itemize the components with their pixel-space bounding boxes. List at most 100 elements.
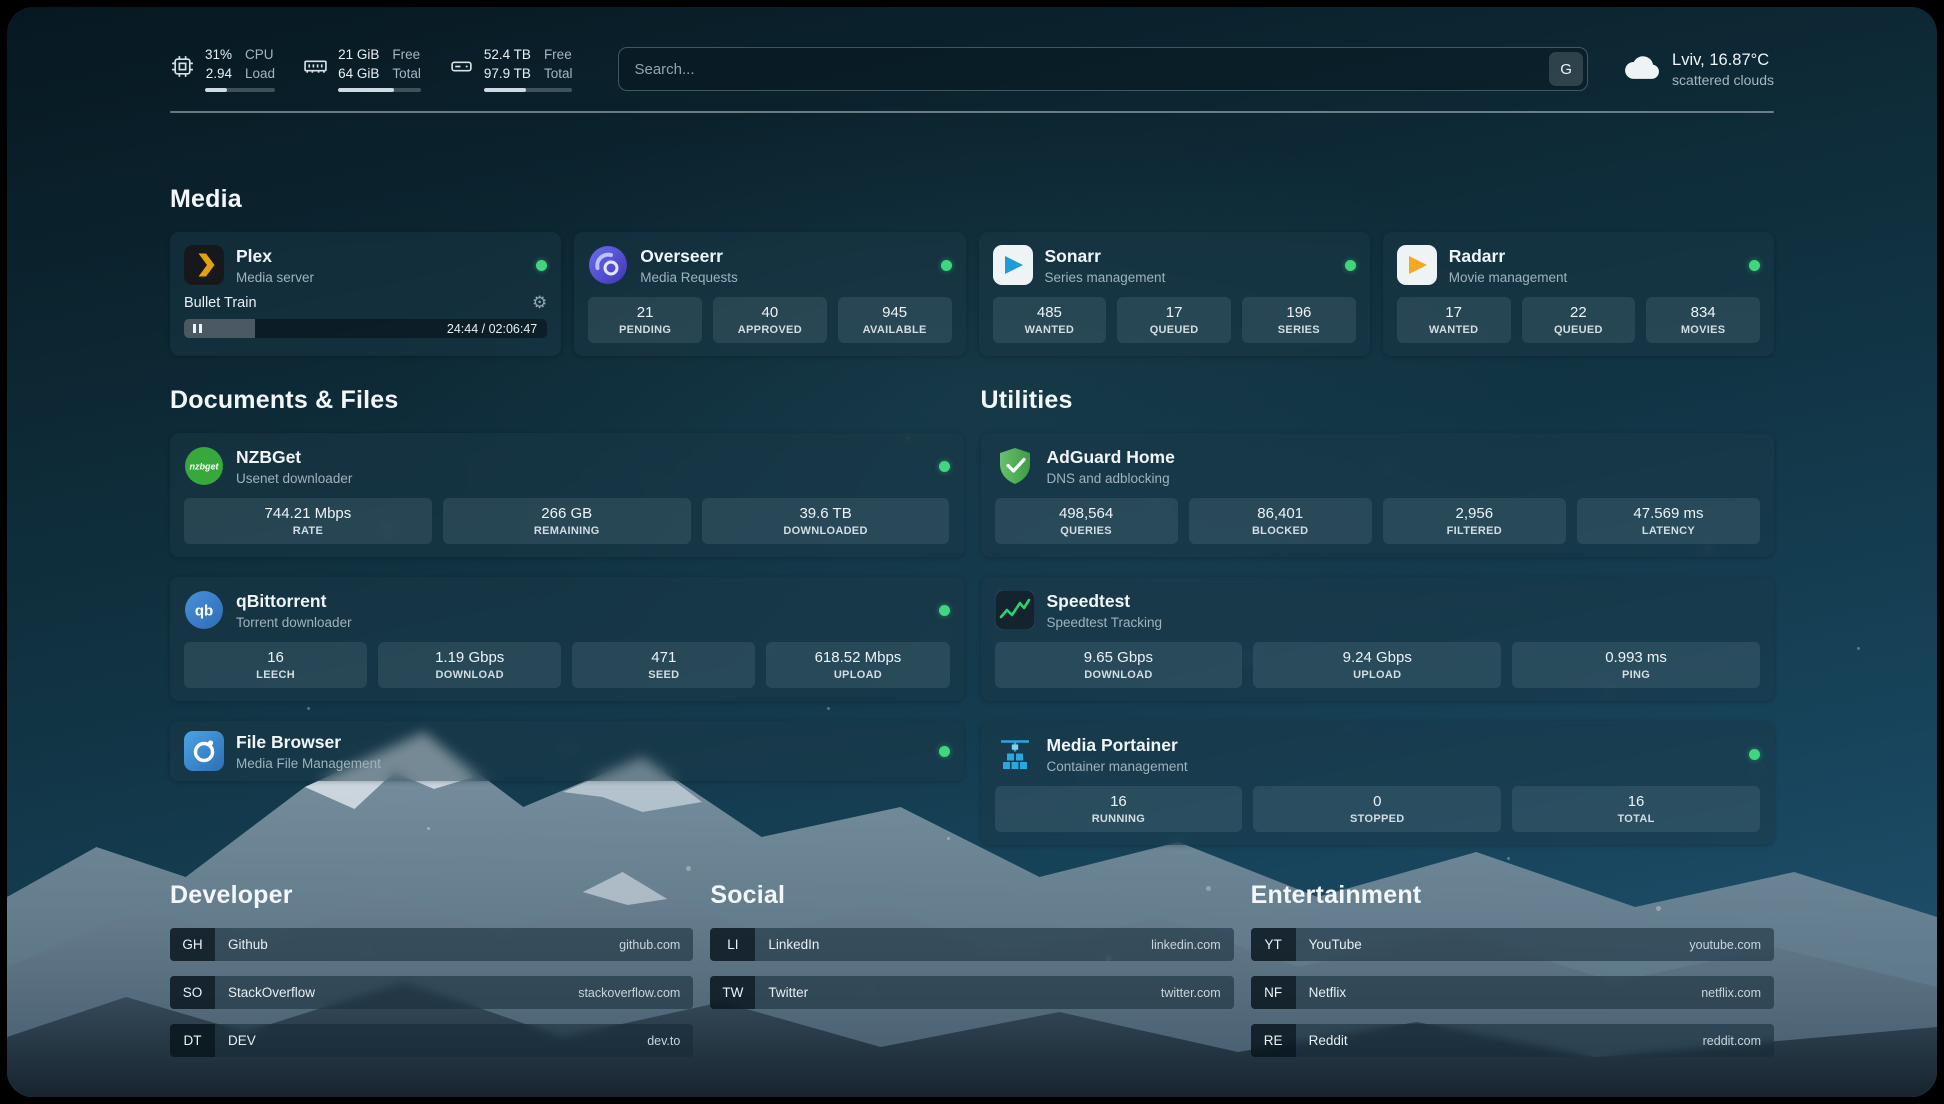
stat-blocked: 86,401 BLOCKED bbox=[1189, 498, 1372, 544]
filebrowser-status-dot bbox=[939, 746, 950, 757]
stat-queued: 22 QUEUED bbox=[1522, 297, 1636, 343]
qbittorrent-status-dot bbox=[939, 605, 950, 616]
portainer-status-dot bbox=[1749, 749, 1760, 760]
stat-label: APPROVED bbox=[717, 324, 823, 336]
service-card-adguard[interactable]: AdGuard Home DNS and adblocking 498,564 … bbox=[981, 433, 1775, 557]
weather-text: Lviv, 16.87°C scattered clouds bbox=[1672, 51, 1774, 88]
header-divider bbox=[170, 111, 1774, 113]
nzbget-description: Usenet downloader bbox=[236, 471, 352, 486]
memory-free-value: 21 GiB bbox=[338, 46, 379, 64]
gear-icon[interactable]: ⚙ bbox=[532, 294, 547, 311]
plex-icon bbox=[184, 245, 224, 285]
section-title-media: Media bbox=[170, 185, 1774, 214]
service-card-overseerr[interactable]: Overseerr Media Requests 21 PENDING 40 A… bbox=[574, 232, 965, 356]
bookmark-url: linkedin.com bbox=[1151, 938, 1220, 952]
memory-monitor-widget: 21 GiB Free 64 GiB Total bbox=[303, 46, 421, 91]
stat-rate: 744.21 Mbps RATE bbox=[184, 498, 432, 544]
stat-latency: 47.569 ms LATENCY bbox=[1577, 498, 1760, 544]
stat-value: 22 bbox=[1526, 304, 1632, 321]
stat-value: 47.569 ms bbox=[1581, 505, 1756, 522]
stat-queued: 17 QUEUED bbox=[1117, 297, 1231, 343]
bookmark-abbr: RE bbox=[1251, 1024, 1296, 1057]
qbittorrent-card-header: qb qBittorrent Torrent downloader bbox=[184, 590, 950, 630]
stat-value: 498,564 bbox=[999, 505, 1174, 522]
service-card-qbittorrent[interactable]: qb qBittorrent Torrent downloader 16 LEE… bbox=[170, 577, 964, 701]
disk-monitor-body: 52.4 TB Free 97.9 TB Total bbox=[484, 46, 573, 91]
stat-filtered: 2,956 FILTERED bbox=[1383, 498, 1566, 544]
disk-usage-bar bbox=[484, 88, 573, 92]
bookmark-name: Reddit bbox=[1309, 1033, 1348, 1048]
disk-icon bbox=[449, 54, 474, 79]
stat-download: 1.19 Gbps DOWNLOAD bbox=[378, 642, 561, 688]
bookmark-netflix[interactable]: NF Netflix netflix.com bbox=[1251, 976, 1774, 1009]
adguard-icon bbox=[995, 446, 1035, 486]
stat-value: 40 bbox=[717, 304, 823, 321]
top-bar: 31% CPU 2.94 Load bbox=[170, 43, 1774, 95]
bookmark-abbr: TW bbox=[710, 976, 755, 1009]
developer-column: Developer GH Github github.com SO StackO… bbox=[170, 881, 693, 1072]
service-card-nzbget[interactable]: nzbget NZBGet Usenet downloader 744.21 M… bbox=[170, 433, 964, 557]
service-card-sonarr[interactable]: Sonarr Series management 485 WANTED 17 Q… bbox=[979, 232, 1370, 356]
stat-upload: 618.52 Mbps UPLOAD bbox=[766, 642, 949, 688]
stat-label: RUNNING bbox=[999, 813, 1239, 825]
radarr-description: Movie management bbox=[1449, 270, 1568, 285]
bookmark-twitter[interactable]: TW Twitter twitter.com bbox=[710, 976, 1233, 1009]
portainer-stats: 16 RUNNING 0 STOPPED 16 TOTAL bbox=[995, 786, 1761, 832]
bookmark-abbr: NF bbox=[1251, 976, 1296, 1009]
search-bar: G bbox=[618, 47, 1588, 91]
sonarr-name: Sonarr bbox=[1045, 246, 1166, 267]
stat-value: 618.52 Mbps bbox=[770, 649, 945, 666]
nzbget-card-header: nzbget NZBGet Usenet downloader bbox=[184, 446, 950, 486]
playback-progress-bar[interactable]: 24:44 / 02:06:47 bbox=[184, 319, 547, 338]
search-input[interactable] bbox=[618, 47, 1588, 91]
stat-value: 16 bbox=[999, 793, 1239, 810]
stat-label: AVAILABLE bbox=[842, 324, 948, 336]
service-card-radarr[interactable]: Radarr Movie management 17 WANTED 22 QUE… bbox=[1383, 232, 1774, 356]
memory-total-value: 64 GiB bbox=[338, 65, 379, 83]
disk-total-label: Total bbox=[544, 65, 573, 83]
disk-free-value: 52.4 TB bbox=[484, 46, 531, 64]
bookmark-url: github.com bbox=[619, 938, 680, 952]
stat-label: QUEUED bbox=[1121, 324, 1227, 336]
stat-label: UPLOAD bbox=[1257, 669, 1497, 681]
stat-value: 485 bbox=[997, 304, 1103, 321]
section-title-utilities: Utilities bbox=[981, 386, 1775, 415]
portainer-name: Media Portainer bbox=[1047, 735, 1188, 756]
service-card-speedtest[interactable]: Speedtest Speedtest Tracking 9.65 Gbps D… bbox=[981, 577, 1775, 701]
service-card-plex[interactable]: Plex Media server Bullet Train ⚙ 24:44 /… bbox=[170, 232, 561, 356]
search-provider-button[interactable]: G bbox=[1549, 52, 1583, 86]
bookmark-abbr: GH bbox=[170, 928, 215, 961]
stat-label: FILTERED bbox=[1387, 525, 1562, 537]
overseerr-stats: 21 PENDING 40 APPROVED 945 AVAILABLE bbox=[588, 297, 951, 343]
stat-label: TOTAL bbox=[1516, 813, 1756, 825]
adguard-name: AdGuard Home bbox=[1047, 447, 1175, 468]
stat-label: DOWNLOAD bbox=[382, 669, 557, 681]
service-card-portainer[interactable]: Media Portainer Container management 16 … bbox=[981, 721, 1775, 845]
stat-label: QUEUED bbox=[1526, 324, 1632, 336]
overseerr-description: Media Requests bbox=[640, 270, 738, 285]
weather-widget: Lviv, 16.87°C scattered clouds bbox=[1624, 51, 1774, 88]
bookmark-url: dev.to bbox=[647, 1034, 680, 1048]
bookmark-stackoverflow[interactable]: SO StackOverflow stackoverflow.com bbox=[170, 976, 693, 1009]
pause-icon[interactable] bbox=[193, 324, 202, 333]
stat-value: 0.993 ms bbox=[1516, 649, 1756, 666]
service-card-filebrowser[interactable]: File Browser Media File Management bbox=[170, 721, 964, 781]
bookmark-youtube[interactable]: YT YouTube youtube.com bbox=[1251, 928, 1774, 961]
bookmark-name: Netflix bbox=[1309, 985, 1347, 1000]
stat-label: WANTED bbox=[997, 324, 1103, 336]
sonarr-stats: 485 WANTED 17 QUEUED 196 SERIES bbox=[993, 297, 1356, 343]
bookmark-reddit[interactable]: RE Reddit reddit.com bbox=[1251, 1024, 1774, 1057]
bookmark-github[interactable]: GH Github github.com bbox=[170, 928, 693, 961]
stat-available: 945 AVAILABLE bbox=[838, 297, 952, 343]
stat-download: 9.65 Gbps DOWNLOAD bbox=[995, 642, 1243, 688]
bookmark-linkedin[interactable]: LI LinkedIn linkedin.com bbox=[710, 928, 1233, 961]
plex-status-dot bbox=[536, 260, 547, 271]
adguard-card-header: AdGuard Home DNS and adblocking bbox=[995, 446, 1761, 486]
stat-series: 196 SERIES bbox=[1242, 297, 1356, 343]
stat-value: 16 bbox=[188, 649, 363, 666]
stat-value: 744.21 Mbps bbox=[188, 505, 428, 522]
cpu-monitor-body: 31% CPU 2.94 Load bbox=[205, 46, 275, 91]
bookmark-dev[interactable]: DT DEV dev.to bbox=[170, 1024, 693, 1057]
stat-movies: 834 MOVIES bbox=[1646, 297, 1760, 343]
stat-label: REMAINING bbox=[447, 525, 687, 537]
